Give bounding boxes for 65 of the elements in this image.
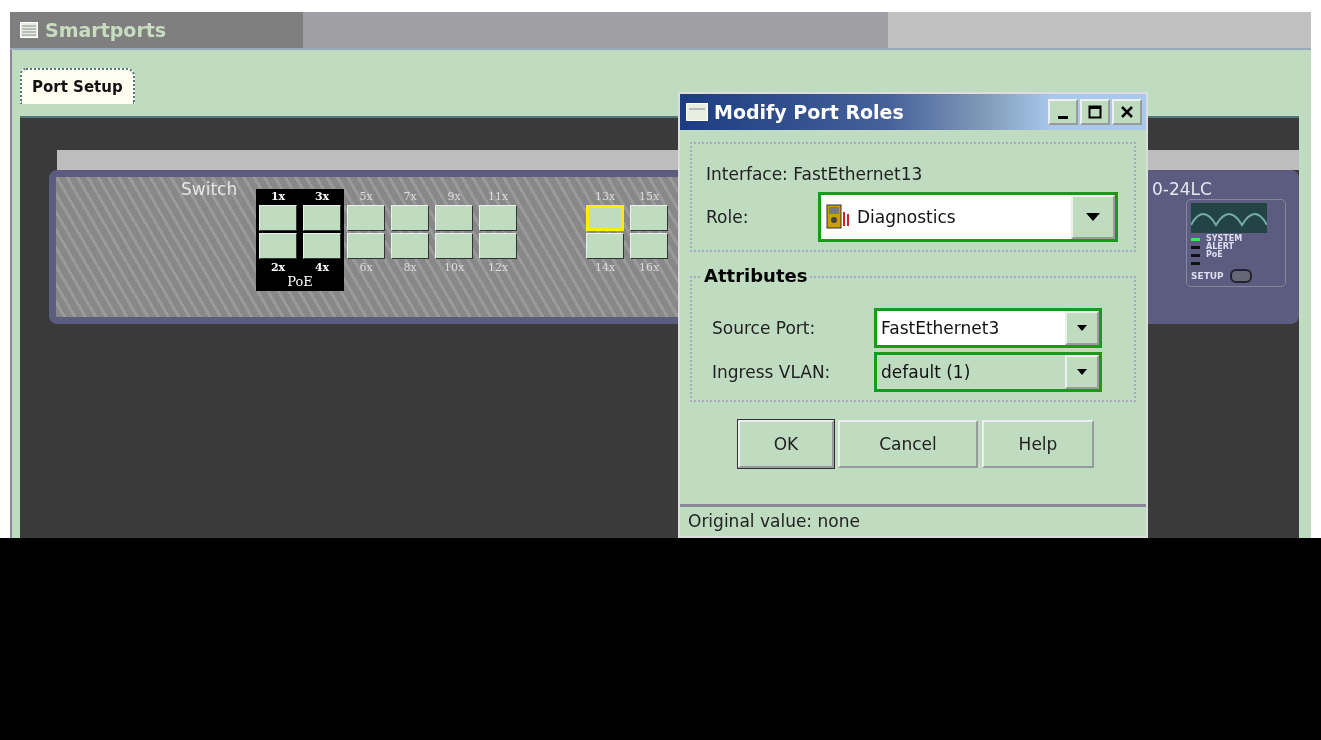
port[interactable] [303, 205, 341, 231]
port-label: 11x [487, 189, 509, 204]
help-button[interactable]: Help [982, 420, 1094, 468]
led-label: PoE [1206, 251, 1223, 259]
port-label: 10x [443, 260, 465, 275]
port[interactable] [259, 205, 297, 231]
led-label: SYSTEM [1206, 235, 1243, 243]
port[interactable] [630, 233, 668, 259]
close-button[interactable] [1112, 99, 1142, 125]
window-title: Smartports [45, 19, 167, 41]
port-label: 4x [314, 260, 330, 275]
window-icon [20, 22, 38, 38]
field-label: Source Port: [712, 318, 817, 338]
port-label: 12x [487, 260, 509, 275]
role-label: Role: [706, 207, 750, 227]
port[interactable] [479, 205, 517, 231]
dropdown[interactable]: FastEthernet3 [874, 308, 1102, 348]
port-label: 8x [403, 260, 417, 275]
cancel-button[interactable]: Cancel [838, 420, 978, 468]
vendor-logo-icon [1191, 203, 1267, 233]
port[interactable] [630, 205, 668, 231]
role-value: Diagnostics [857, 207, 957, 227]
port-label: 15x [638, 189, 660, 204]
minimize-button[interactable] [1048, 99, 1078, 125]
interface-label: Interface: FastEthernet13 [706, 164, 924, 184]
port-label: 16x [638, 260, 660, 275]
dropdown-value: FastEthernet3 [881, 318, 1001, 338]
port[interactable] [347, 233, 385, 259]
port[interactable] [479, 233, 517, 259]
led-label: ALERT [1206, 243, 1234, 251]
role-dropdown[interactable]: Diagnostics [818, 192, 1118, 242]
port[interactable] [347, 205, 385, 231]
port-label: 3x [314, 189, 330, 204]
port-label: 9x [447, 189, 461, 204]
window-icon [686, 103, 708, 121]
minimize-icon [1058, 115, 1068, 119]
model-label: 0-24LC [1152, 179, 1212, 199]
status-text: Original value: none [688, 511, 860, 531]
tab[interactable]: Port Setup [20, 68, 135, 104]
port-label: 5x [359, 189, 373, 204]
maximize-icon [1088, 105, 1102, 119]
port[interactable] [303, 233, 341, 259]
maximize-button[interactable] [1080, 99, 1110, 125]
port[interactable] [435, 205, 473, 231]
close-icon [1120, 105, 1134, 119]
port-label: 6x [359, 260, 373, 275]
port[interactable] [391, 233, 429, 259]
port[interactable] [259, 233, 297, 259]
poe-label: PoE [287, 275, 313, 288]
dropdown-value: default (1) [881, 362, 972, 382]
ok-button[interactable]: OK [738, 420, 834, 468]
port[interactable] [586, 233, 624, 259]
dialog-title: Modify Port Roles [714, 101, 905, 123]
multimeter-icon [825, 204, 851, 230]
port-label: 1x [270, 189, 286, 204]
setup-label: SETUP [1191, 271, 1224, 281]
switch-label: Switch [181, 179, 238, 199]
port-label: 13x [594, 189, 616, 204]
field-label: Ingress VLAN: [712, 362, 832, 382]
port[interactable] [435, 233, 473, 259]
setup-button[interactable] [1229, 269, 1252, 283]
port-label: 7x [403, 189, 417, 204]
port-label: 2x [270, 260, 286, 275]
port[interactable] [391, 205, 429, 231]
port-label: 14x [594, 260, 616, 275]
